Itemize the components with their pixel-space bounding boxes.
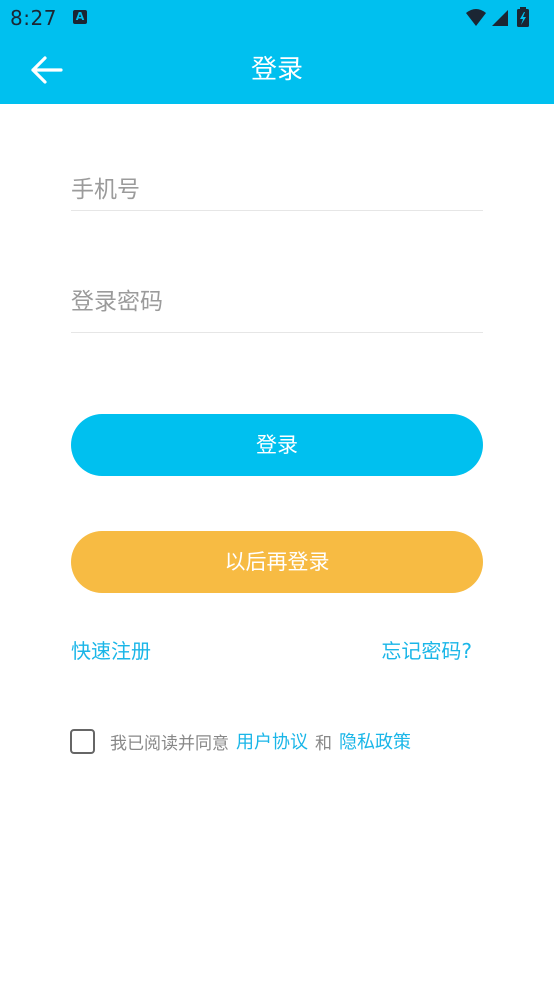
status-icons xyxy=(466,7,529,27)
agreement-and: 和 xyxy=(315,733,332,754)
cellular-icon xyxy=(492,10,508,26)
register-link[interactable]: 快速注册 xyxy=(71,635,151,664)
forgot-password-link[interactable]: 忘记密码? xyxy=(381,635,472,664)
app-header: 8:27 A 登录 xyxy=(0,0,554,104)
login-later-button[interactable]: 以后再登录 xyxy=(71,531,483,593)
battery-icon xyxy=(517,7,529,27)
phone-field xyxy=(71,170,483,211)
login-button[interactable]: 登录 xyxy=(71,414,483,476)
back-button[interactable] xyxy=(26,52,66,88)
wifi-icon xyxy=(466,9,486,26)
privacy-policy-link[interactable]: 隐私政策 xyxy=(339,728,411,754)
page-title: 登录 xyxy=(250,55,303,85)
password-field xyxy=(71,282,483,333)
arrow-left-icon xyxy=(31,56,63,84)
user-agreement-link[interactable]: 用户协议 xyxy=(236,728,308,754)
agreement-row: 我已阅读并同意 用户协议 和 隐私政策 xyxy=(70,728,418,754)
notification-a-icon: A xyxy=(73,10,87,24)
password-input[interactable] xyxy=(71,282,483,322)
phone-input[interactable] xyxy=(71,170,483,210)
agreement-prefix: 我已阅读并同意 xyxy=(110,733,229,754)
agree-checkbox[interactable] xyxy=(70,728,95,754)
status-time: 8:27 xyxy=(10,6,57,30)
